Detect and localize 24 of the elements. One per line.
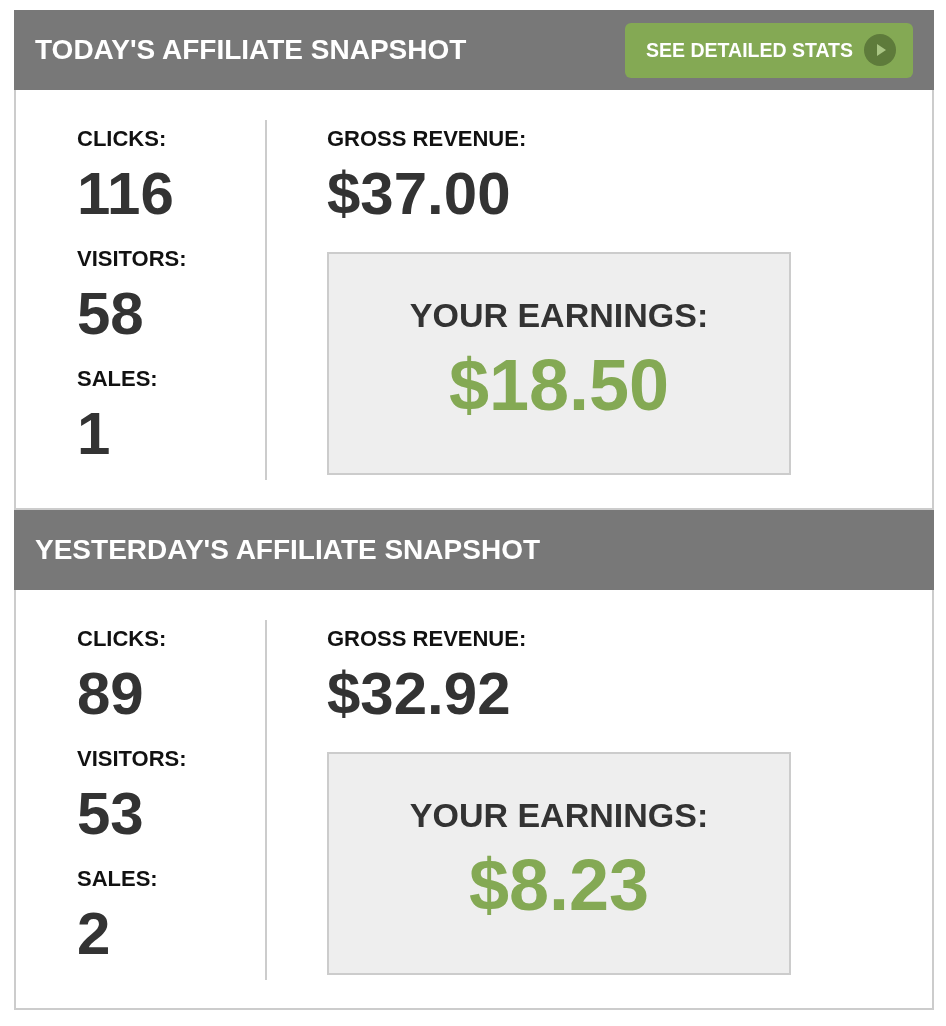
stat-value: 53	[77, 784, 145, 844]
stat-label: SALES:	[77, 366, 159, 391]
panel-title: TODAY'S AFFILIATE SNAPSHOT	[35, 34, 467, 66]
stat-label: CLICKS:	[77, 126, 168, 151]
earnings-label: YOUR EARNINGS:	[409, 795, 709, 835]
stat-value: 58	[77, 284, 145, 344]
earnings-label: YOUR EARNINGS:	[409, 295, 709, 335]
see-detailed-stats-button[interactable]: SEE DETAILED STATS	[625, 22, 913, 78]
earnings-value: $8.23	[468, 849, 650, 921]
earnings-value: $18.50	[448, 349, 670, 421]
gross-revenue-label: GROSS REVENUE:	[327, 126, 528, 151]
stat-value: 2	[77, 904, 112, 964]
stat-label: SALES:	[77, 866, 159, 891]
stat-label: CLICKS:	[77, 626, 168, 651]
play-icon	[864, 34, 896, 66]
panel-title: YESTERDAY'S AFFILIATE SNAPSHOT	[35, 534, 540, 566]
stat-value: 89	[77, 664, 145, 724]
stat-label: VISITORS:	[77, 246, 188, 271]
stat-label: VISITORS:	[77, 746, 188, 771]
gross-revenue-value: $37.00	[327, 164, 512, 224]
gross-revenue-label: GROSS REVENUE:	[327, 626, 528, 651]
stat-value: 116	[77, 164, 175, 224]
gross-revenue-value: $32.92	[327, 664, 512, 724]
stat-value: 1	[77, 404, 112, 464]
